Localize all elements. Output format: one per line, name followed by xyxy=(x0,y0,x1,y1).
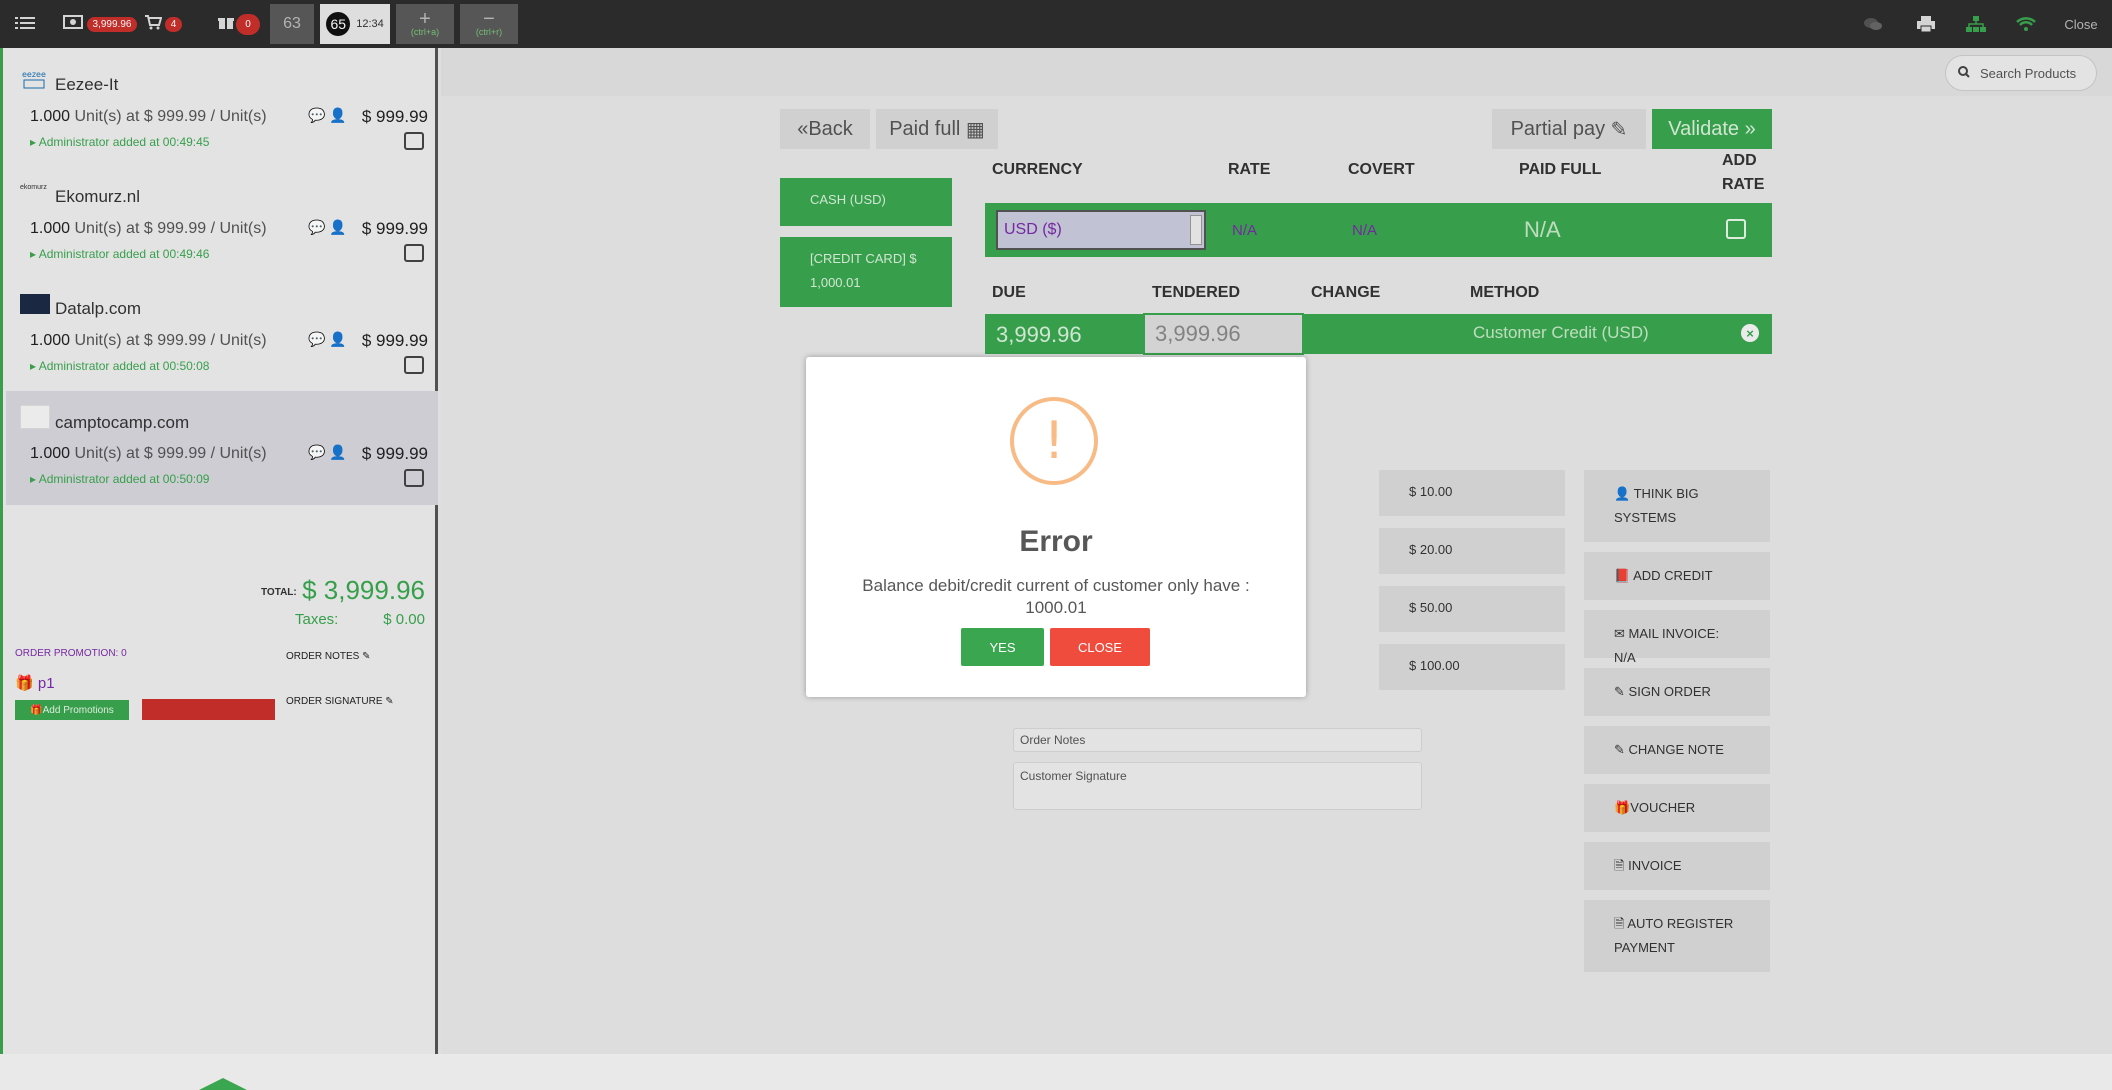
dialog-title: Error xyxy=(1019,525,1093,558)
warning-icon: ! xyxy=(1010,397,1098,485)
dialog-message: Balance debit/credit current of customer… xyxy=(862,576,1250,617)
close-dialog-button[interactable]: CLOSE xyxy=(1050,628,1150,666)
error-dialog: ! Error Balance debit/credit current of … xyxy=(806,357,1306,697)
yes-button[interactable]: YES xyxy=(961,628,1044,666)
collapse-arrow-icon[interactable] xyxy=(199,1078,247,1090)
